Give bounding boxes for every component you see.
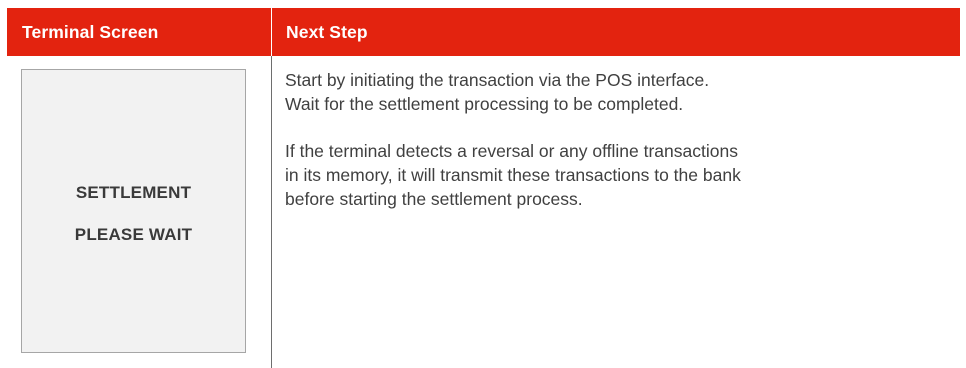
header-next-step: Next Step: [286, 22, 368, 42]
step-paragraph-2-line-1: If the terminal detects a reversal or an…: [285, 141, 738, 161]
step-paragraph-1-line-1: Start by initiating the transaction via …: [285, 70, 710, 90]
header-divider: [271, 8, 272, 56]
instruction-table: Terminal Screen Next Step SETTLEMENT PLE…: [0, 0, 966, 368]
terminal-line-please-wait: PLEASE WAIT: [74, 225, 193, 244]
terminal-screen-display: SETTLEMENT PLEASE WAIT: [21, 69, 246, 353]
header-terminal-screen: Terminal Screen: [22, 22, 159, 42]
step-paragraph-2: If the terminal detects a reversal or an…: [285, 139, 925, 211]
step-paragraph-2-line-2: in its memory, it will transmit these tr…: [285, 165, 741, 185]
step-paragraph-1-line-2: Wait for the settlement processing to be…: [285, 94, 684, 114]
table-header: Terminal Screen Next Step: [7, 8, 960, 56]
step-paragraph-1: Start by initiating the transaction via …: [285, 68, 925, 116]
terminal-line-settlement: SETTLEMENT: [75, 183, 192, 202]
step-paragraph-2-line-3: before starting the settlement process.: [285, 189, 583, 209]
column-divider: [271, 56, 272, 368]
